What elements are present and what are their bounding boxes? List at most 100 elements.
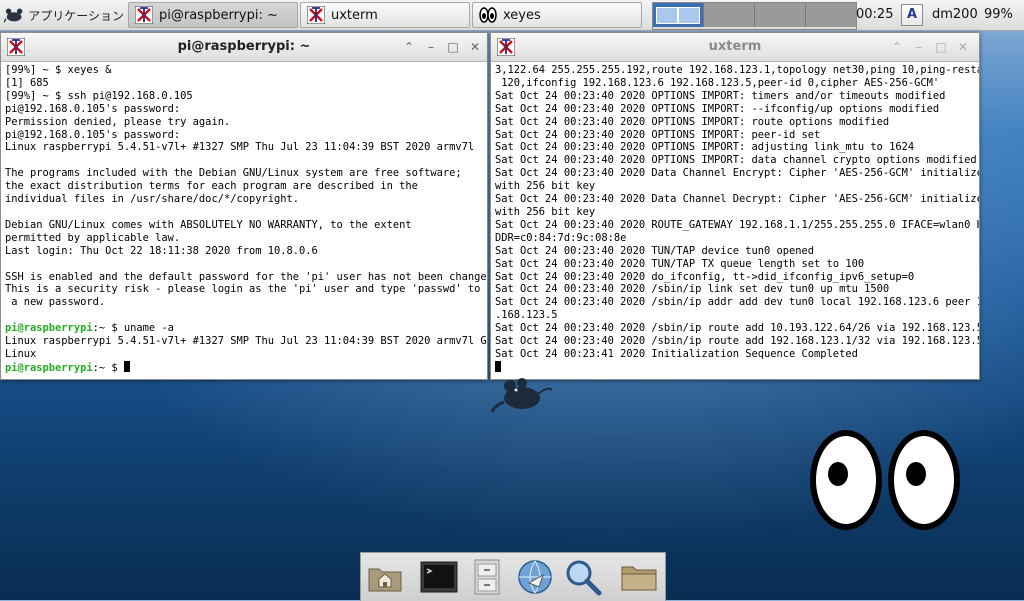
terminal-line: permitted by applicable law.: [5, 231, 181, 244]
terminal-line: Sat Oct 24 00:23:40 2020 OPTIONS IMPORT:…: [495, 141, 915, 154]
terminal-line: SSH is enabled and the default password …: [5, 270, 487, 283]
terminal-window-uxterm[interactable]: uxterm ⌃ – □ ✕ 3,122.64 255.255.255.192,…: [490, 32, 980, 380]
terminal-line: ​: [5, 154, 487, 167]
terminal-line: .168.123.5: [495, 309, 558, 322]
terminal-line: Sat Oct 24 00:23:40 2020 Data Channel En…: [495, 167, 979, 180]
terminal-output[interactable]: [99%] ~ $ xeyes & [1] 685 [99%] ~ $ ssh pi…: [1, 62, 487, 379]
battery-indicator[interactable]: 99%: [984, 0, 1013, 30]
text-cursor: [495, 360, 501, 372]
terminal-line: The programs included with the Debian GN…: [5, 167, 462, 180]
terminal-line: Sat Oct 24 00:23:40 2020 /sbin/ip link s…: [495, 283, 890, 296]
terminal-line: Sat Oct 24 00:23:40 2020 OPTIONS IMPORT:…: [495, 115, 890, 128]
terminal-line: ​: [5, 258, 487, 271]
chevron-up-icon[interactable]: ⌃: [889, 39, 905, 55]
terminal-line: individual files in /usr/share/doc/*/cop…: [5, 193, 300, 206]
left-pupil: [828, 462, 848, 486]
clock[interactable]: 00:25: [856, 0, 893, 30]
terminal-line: Sat Oct 24 00:23:40 2020 OPTIONS IMPORT:…: [495, 128, 821, 141]
home-folder-icon[interactable]: [365, 557, 405, 597]
terminal-line: [1] 685: [5, 76, 49, 89]
terminal-line: Sat Oct 24 00:23:40 2020 ROUTE_GATEWAY 1…: [495, 218, 979, 231]
web-browser-icon[interactable]: [515, 557, 555, 597]
terminal-line: Linux raspberrypi 5.4.51-v7l+ #1327 SMP …: [5, 141, 475, 154]
minimize-icon[interactable]: –: [423, 39, 439, 55]
left-eye-icon: [810, 430, 882, 530]
xterm-icon[interactable]: [7, 38, 25, 56]
file-manager-icon[interactable]: [467, 557, 507, 597]
xterm-icon[interactable]: [497, 38, 515, 56]
xeyes-icon: [479, 7, 497, 23]
workspace-1[interactable]: [653, 3, 704, 27]
command-text: uname -a: [123, 322, 174, 335]
taskbar-item-xeyes[interactable]: xeyes: [472, 2, 642, 28]
taskbar-item-label: pi@raspberrypi: ~: [159, 7, 278, 23]
terminal-line: Sat Oct 24 00:23:40 2020 do_ifconfig, tt…: [495, 270, 915, 283]
terminal-line: a new password.: [5, 296, 106, 309]
terminal-line: Linux raspberrypi 5.4.51-v7l+ #1327 SMP …: [5, 335, 487, 348]
text-cursor: [123, 360, 130, 372]
prompt-path: :~ $: [92, 322, 124, 335]
close-icon[interactable]: ✕: [467, 39, 483, 55]
terminal-line: ​: [5, 206, 487, 219]
workspace-2[interactable]: [704, 3, 755, 27]
terminal-line: Sat Oct 24 00:23:40 2020 Data Channel De…: [495, 193, 979, 206]
terminal-line: DDR=c0:84:7d:9c:08:8e: [495, 231, 627, 244]
applications-menu-button[interactable]: アプリケーション: [0, 2, 124, 28]
top-panel: アプリケーション pi@raspberrypi: ~ uxterm xeyes: [0, 0, 1024, 31]
terminal-line: Debian GNU/Linux comes with ABSOLUTELY N…: [5, 218, 412, 231]
taskbar-item-uxterm[interactable]: uxterm: [300, 2, 470, 28]
prompt-path: :~ $: [92, 361, 124, 374]
terminal-line: Sat Oct 24 00:23:40 2020 TUN/TAP TX queu…: [495, 257, 865, 270]
terminal-line: Sat Oct 24 00:23:40 2020 OPTIONS IMPORT:…: [495, 154, 977, 167]
user-name[interactable]: dm200: [932, 0, 978, 30]
maximize-icon[interactable]: □: [445, 39, 461, 55]
terminal-line: Sat Oct 24 00:23:40 2020 /sbin/ip addr a…: [495, 296, 979, 309]
xfce-mouse-icon: [4, 8, 23, 23]
dock-panel: [360, 552, 666, 601]
window-title: uxterm: [708, 39, 762, 54]
xfce-mouse-icon: [490, 378, 553, 413]
workspace-switcher[interactable]: [652, 2, 857, 30]
terminal-line: Linux: [5, 347, 37, 360]
search-icon[interactable]: [563, 557, 603, 597]
terminal-window-pi[interactable]: pi@raspberrypi: ~ ⌃ – □ ✕ [99%] ~ $ xeye…: [0, 32, 488, 380]
terminal-line: Sat Oct 24 00:23:41 2020 Initialization …: [495, 347, 858, 360]
maximize-icon[interactable]: □: [933, 39, 949, 55]
terminal-line: Sat Oct 24 00:23:40 2020 /sbin/ip route …: [495, 322, 979, 335]
prompt-host: pi@raspberrypi: [5, 322, 93, 335]
terminal-line: [99%] ~ $ xeyes &: [5, 64, 112, 76]
terminal-line: 3,122.64 255.255.255.192,route 192.168.1…: [495, 64, 979, 76]
terminal-output[interactable]: 3,122.64 255.255.255.192,route 192.168.1…: [491, 62, 979, 379]
workspace-4[interactable]: [806, 3, 856, 27]
taskbar-item-label: uxterm: [331, 7, 378, 23]
terminal-line: 120,ifconfig 192.168.123.6 192.168.123.5…: [495, 76, 940, 89]
taskbar-item-label: xeyes: [503, 7, 541, 23]
minimize-icon[interactable]: –: [911, 39, 927, 55]
terminal-line: [495, 360, 979, 375]
keyboard-layout-indicator[interactable]: A: [901, 4, 923, 26]
terminal-icon[interactable]: [419, 557, 459, 597]
xterm-icon: [307, 6, 325, 24]
window-titlebar[interactable]: uxterm ⌃ – □ ✕: [491, 33, 979, 62]
terminal-line: Permission denied, please try again.: [5, 115, 231, 128]
terminal-line: ​: [5, 309, 487, 322]
window-titlebar[interactable]: pi@raspberrypi: ~ ⌃ – □ ✕: [1, 33, 487, 62]
terminal-line: pi@192.168.0.105's password:: [5, 102, 181, 115]
terminal-line: with 256 bit key: [495, 205, 596, 218]
taskbar-item-pi-terminal[interactable]: pi@raspberrypi: ~: [128, 2, 298, 28]
workspace-3[interactable]: [755, 3, 806, 27]
xterm-icon: [135, 6, 153, 24]
terminal-line: pi@192.168.0.105's password:: [5, 128, 181, 141]
terminal-line: pi@raspberrypi:~ $ uname -a: [5, 322, 487, 335]
right-pupil: [906, 462, 926, 486]
folder-icon[interactable]: [619, 557, 659, 597]
terminal-line: [99%] ~ $ ssh pi@192.168.0.105: [5, 89, 193, 102]
terminal-line: with 256 bit key: [495, 180, 596, 193]
terminal-line: the exact distribution terms for each pr…: [5, 180, 418, 193]
terminal-line: Sat Oct 24 00:23:40 2020 /sbin/ip route …: [495, 335, 979, 348]
chevron-up-icon[interactable]: ⌃: [401, 39, 417, 55]
close-icon[interactable]: ✕: [955, 39, 971, 55]
terminal-line: This is a security risk - please login a…: [5, 283, 487, 296]
prompt-host: pi@raspberrypi: [5, 361, 93, 374]
terminal-line: pi@raspberrypi:~ $: [5, 360, 487, 375]
